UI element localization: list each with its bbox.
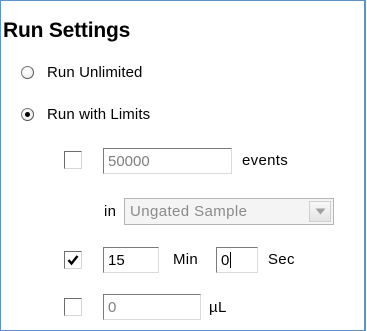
time-limit-checkbox[interactable] bbox=[64, 251, 82, 269]
chevron-down-icon bbox=[315, 208, 325, 215]
run-with-limits-option[interactable]: Run with Limits bbox=[21, 104, 150, 124]
minutes-label: Min bbox=[173, 251, 199, 268]
in-label: in bbox=[104, 203, 117, 220]
text-cursor bbox=[230, 252, 231, 268]
events-unit-label: events bbox=[242, 152, 288, 169]
minutes-input[interactable] bbox=[103, 247, 159, 273]
run-with-limits-label: Run with Limits bbox=[47, 105, 151, 123]
checkmark-icon bbox=[67, 255, 79, 266]
run-unlimited-radio[interactable] bbox=[21, 65, 34, 79]
volume-input[interactable] bbox=[103, 294, 201, 320]
panel-title: Run Settings bbox=[3, 19, 131, 42]
events-limit-checkbox[interactable] bbox=[64, 151, 82, 169]
gate-select-value: Ungated Sample bbox=[130, 203, 248, 220]
run-with-limits-radio[interactable] bbox=[21, 107, 34, 121]
seconds-label: Sec bbox=[268, 251, 295, 268]
run-settings-panel: Run Settings Run Unlimited Run with Limi… bbox=[0, 0, 366, 331]
volume-unit-label: µL bbox=[209, 299, 227, 316]
run-unlimited-label: Run Unlimited bbox=[47, 63, 143, 81]
seconds-input[interactable] bbox=[216, 247, 258, 273]
gate-select-button[interactable] bbox=[309, 201, 331, 222]
volume-limit-checkbox[interactable] bbox=[64, 298, 82, 316]
run-unlimited-option[interactable]: Run Unlimited bbox=[21, 62, 143, 82]
gate-select[interactable]: Ungated Sample bbox=[124, 198, 334, 225]
events-count-input[interactable] bbox=[103, 148, 232, 174]
